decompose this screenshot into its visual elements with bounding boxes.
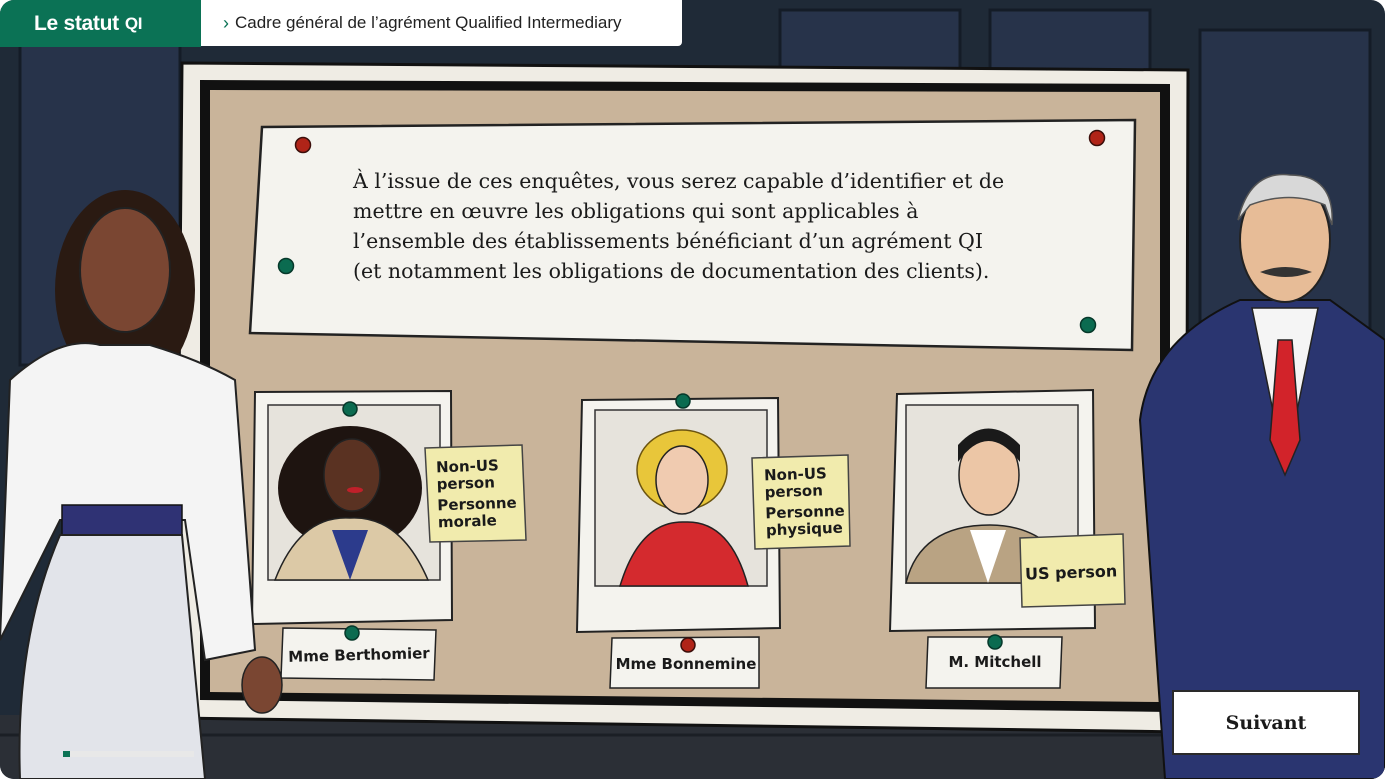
tag-line: morale: [437, 511, 498, 532]
suspect-name-bonnemine: Mme Bonnemine: [615, 655, 757, 673]
progress-fill: [63, 751, 70, 757]
sticky-label-berthomier: Non-US person Personne morale: [436, 456, 518, 532]
chevron-right-icon: ›: [223, 12, 229, 33]
sticky-label-bonnemine: Non-US person Personne physique: [764, 464, 846, 540]
scene: Le statut QI › Cadre général de l’agréme…: [0, 0, 1385, 779]
breadcrumb: › Cadre général de l’agrément Qualified …: [201, 0, 682, 46]
sticky-label-mitchell: US person: [1024, 561, 1118, 584]
intro-text: À l’issue de ces enquêtes, vous serez ca…: [353, 166, 1073, 286]
intro-line: À l’issue de ces enquêtes, vous serez ca…: [353, 169, 1005, 193]
tag-line: US person: [1024, 561, 1118, 584]
photo-bonnemine: [575, 396, 782, 634]
module-badge: QI: [124, 13, 143, 33]
progress-bar: [63, 751, 194, 757]
tag-line: person: [436, 473, 496, 494]
module-title: Le statut QI: [0, 0, 201, 47]
tag-line: physique: [765, 518, 844, 540]
tag-line: person: [764, 481, 824, 502]
intro-line: l’ensemble des établissements bénéfician…: [353, 229, 983, 253]
breadcrumb-label: Cadre général de l’agrément Qualified In…: [235, 13, 622, 32]
next-button[interactable]: Suivant: [1172, 690, 1360, 755]
intro-line: mettre en œuvre les obligations qui sont…: [353, 199, 919, 223]
intro-line: (et notamment les obligations de documen…: [353, 259, 990, 283]
photo-berthomier: [250, 389, 454, 626]
module-title-text: Le statut: [34, 11, 119, 35]
suspect-name-mitchell: M. Mitchell: [948, 653, 1042, 671]
